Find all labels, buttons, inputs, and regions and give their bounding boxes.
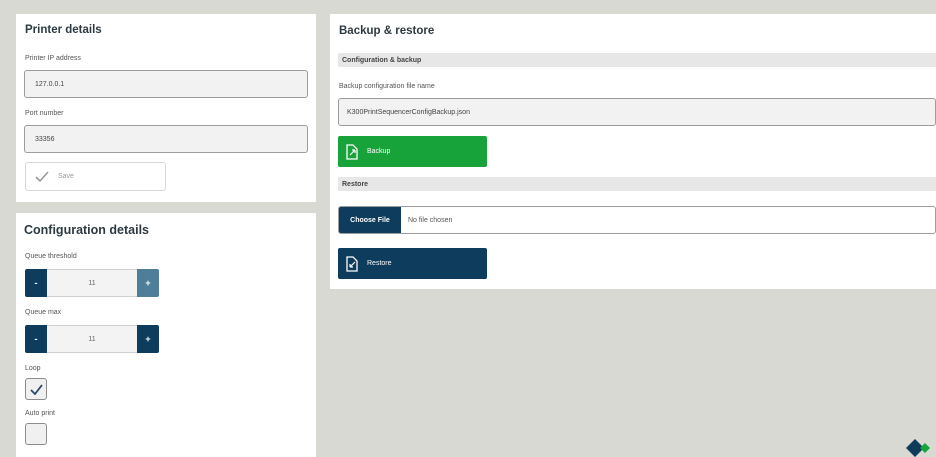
backup-file-name-input[interactable]: K300PrintSequencerConfigBackup.json bbox=[338, 98, 936, 126]
printer-details-title: Printer details bbox=[25, 24, 102, 36]
configuration-details-title: Configuration details bbox=[24, 223, 149, 237]
queue-threshold-stepper: - 11 + bbox=[25, 269, 159, 297]
brand-logo-icon bbox=[906, 439, 930, 457]
queue-max-decrement-button[interactable]: - bbox=[25, 325, 47, 353]
restore-button-label: Restore bbox=[367, 260, 392, 267]
queue-max-value[interactable]: 11 bbox=[47, 325, 137, 353]
port-number-label: Port number bbox=[25, 110, 64, 117]
printer-ip-input[interactable]: 127.0.0.1 bbox=[24, 70, 308, 98]
configuration-backup-section-header: Configuration & backup bbox=[338, 53, 936, 67]
file-export-icon bbox=[346, 143, 358, 160]
file-import-icon bbox=[346, 255, 358, 272]
queue-threshold-label: Queue threshold bbox=[25, 253, 77, 260]
queue-max-stepper: - 11 + bbox=[25, 325, 159, 353]
save-button-label: Save bbox=[58, 173, 74, 180]
auto-print-checkbox[interactable] bbox=[25, 423, 47, 445]
backup-file-name-label: Backup configuration file name bbox=[339, 83, 435, 90]
configuration-details-panel: Configuration details Queue threshold - … bbox=[16, 213, 316, 457]
printer-details-panel: Printer details Printer IP address 127.0… bbox=[16, 14, 316, 202]
backup-restore-panel: Backup & restore Configuration & backup … bbox=[330, 14, 936, 289]
queue-max-label: Queue max bbox=[25, 309, 62, 316]
backup-button-label: Backup bbox=[367, 148, 391, 155]
check-icon bbox=[35, 171, 49, 182]
loop-checkbox[interactable] bbox=[25, 378, 47, 400]
no-file-chosen-text: No file chosen bbox=[408, 216, 453, 224]
queue-max-increment-button[interactable]: + bbox=[137, 325, 159, 353]
save-button[interactable]: Save bbox=[25, 162, 166, 191]
queue-threshold-value[interactable]: 11 bbox=[47, 269, 137, 297]
port-number-input[interactable]: 33356 bbox=[24, 125, 308, 153]
restore-button[interactable]: Restore bbox=[338, 248, 487, 279]
backup-button[interactable]: Backup bbox=[338, 136, 487, 167]
backup-restore-title: Backup & restore bbox=[339, 25, 435, 37]
auto-print-label: Auto print bbox=[25, 410, 55, 417]
queue-threshold-increment-button[interactable]: + bbox=[137, 269, 159, 297]
restore-section-header: Restore bbox=[338, 177, 936, 191]
printer-ip-label: Printer IP address bbox=[25, 55, 81, 62]
restore-file-picker[interactable]: Choose File No file chosen bbox=[338, 206, 936, 234]
choose-file-button[interactable]: Choose File bbox=[339, 207, 401, 233]
queue-threshold-decrement-button[interactable]: - bbox=[25, 269, 47, 297]
check-icon bbox=[29, 383, 43, 395]
loop-label: Loop bbox=[25, 365, 41, 372]
